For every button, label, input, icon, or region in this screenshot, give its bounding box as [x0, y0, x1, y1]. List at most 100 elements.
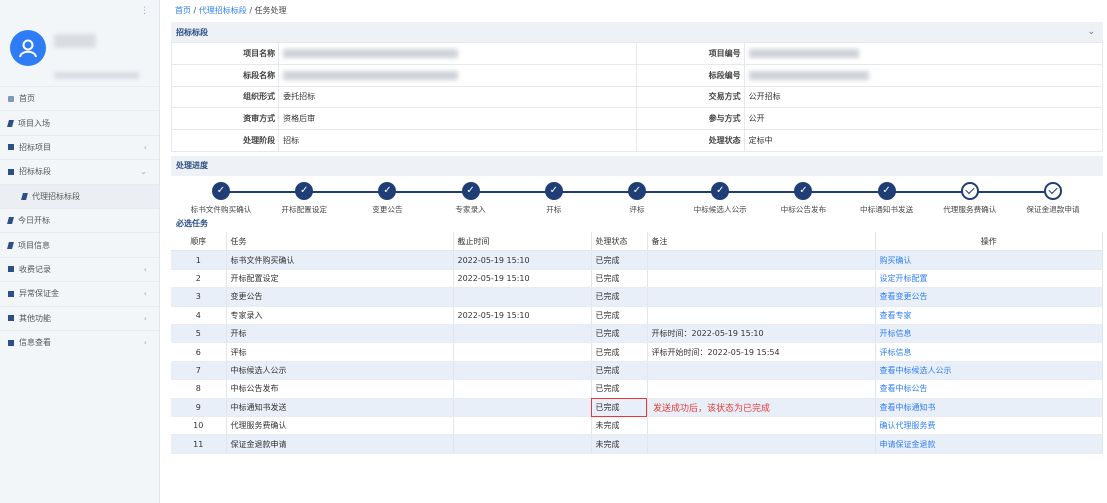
progress-step: ✓ 专家录入: [431, 181, 511, 215]
task-op-cell: 设定开标配置: [875, 269, 1103, 289]
task-seq: 1: [171, 250, 227, 270]
sidebar-item[interactable]: 首页: [0, 86, 159, 110]
check-circle-icon: ✓: [461, 181, 480, 200]
sidebar-item-label: 招标标段: [19, 167, 51, 177]
sidebar-item-label: 今日开标: [18, 216, 50, 226]
table-row: 1 标书文件购买确认 2022-05-19 15:10 已完成 购买确认: [171, 250, 1103, 270]
table-row: 3 变更公告 已完成 查看变更公告: [171, 287, 1103, 307]
info-label: 标段编号: [636, 63, 745, 87]
task-status: 已完成: [591, 324, 648, 344]
task-deadline: [453, 324, 592, 344]
task-name: 中标通知书发送: [226, 398, 454, 418]
task-action-link[interactable]: 申请保证金退款: [880, 440, 936, 449]
redacted-value: [283, 70, 459, 80]
task-deadline: [453, 379, 592, 399]
task-name: 开标: [226, 324, 454, 344]
table-row: 11 保证金退款申请 未完成 申请保证金退款: [171, 434, 1103, 454]
task-action-link[interactable]: 评标信息: [880, 348, 912, 357]
task-deadline: [453, 361, 592, 381]
task-name: 专家录入: [226, 306, 454, 326]
sidebar-item-label: 代理招标标段: [32, 191, 80, 201]
sidebar-item-label: 异常保证金: [19, 289, 59, 299]
progress-step-label: 中标候选人公示: [693, 204, 747, 214]
breadcrumb-parent[interactable]: 代理招标标段: [199, 6, 247, 15]
progress-step: ✓ 标书文件购买确认: [181, 181, 261, 215]
sidebar-nav: 首页 项目入场 招标项目 ‹ 招标标段 ⌄ 代理招标标段 今日开标 项目信息 收费记录 ‹ 异常保证金…: [0, 86, 159, 354]
table-row: 10 代理服务费确认 未完成 确认代理服务费: [171, 416, 1103, 436]
sidebar-item[interactable]: 信息查看 ‹: [0, 329, 159, 354]
info-label: 处理状态: [636, 129, 745, 152]
section-progress: 处理进度: [171, 155, 1103, 176]
sidebar-collapse-toggle[interactable]: ⋮: [0, 0, 159, 22]
square-icon: [8, 144, 14, 151]
task-seq: 11: [171, 434, 227, 454]
task-seq: 8: [171, 379, 227, 399]
sidebar-item[interactable]: 项目入场: [0, 110, 159, 134]
task-action-link[interactable]: 查看中标候选人公示: [880, 366, 952, 375]
bookmark-icon: [7, 241, 14, 249]
task-status: 已完成: [591, 269, 648, 289]
task-name: 标书文件购买确认: [226, 250, 454, 270]
task-op-cell: 确认代理服务费: [875, 416, 1103, 436]
task-deadline: [453, 287, 592, 307]
progress-step: ✓ 变更公告: [347, 181, 427, 215]
check-circle-icon: ✓: [794, 181, 813, 200]
col-op: 操作: [875, 231, 1103, 252]
task-action-link[interactable]: 查看变更公告: [880, 292, 928, 301]
table-row: 9 中标通知书发送 已完成 查看中标通知书: [171, 398, 1103, 418]
task-action-link[interactable]: 查看专家: [880, 311, 912, 320]
task-seq: 9: [171, 398, 227, 418]
info-label: 处理阶段: [170, 129, 280, 152]
sidebar-item-label: 其他功能: [19, 313, 51, 323]
table-row: 5 开标 已完成 开标时间：2022-05-19 15:10 开标信息: [171, 324, 1103, 344]
redacted-value: [283, 48, 459, 58]
section-bid-info[interactable]: 招标标段 ⌄: [171, 22, 1103, 42]
sidebar-item[interactable]: 项目信息: [0, 232, 159, 256]
sidebar-item[interactable]: 招标标段 ⌄: [0, 159, 159, 183]
task-action-link[interactable]: 开标信息: [880, 329, 912, 338]
task-action-link[interactable]: 查看中标公告: [880, 384, 928, 393]
table-row: 7 中标候选人公示 已完成 查看中标候选人公示: [171, 361, 1103, 381]
bookmark-icon: [7, 119, 14, 127]
task-action-link[interactable]: 购买确认: [880, 256, 912, 265]
sidebar-item[interactable]: 异常保证金 ‹: [0, 281, 159, 305]
section-title: 必选任务: [176, 219, 208, 229]
task-op-cell: 开标信息: [875, 324, 1103, 344]
task-action-link[interactable]: 确认代理服务费: [880, 421, 936, 430]
home-icon: [8, 95, 14, 102]
task-status: 已完成: [591, 287, 648, 307]
table-row: 6 评标 已完成 评标开始时间：2022-05-19 15:54 评标信息: [171, 342, 1103, 362]
bid-info-table: 项目名称 项目编号 标段名称 标段编号 组织形式 委托招标 交易方式 公开招标 资审方式 资格后审…: [170, 42, 1104, 152]
chevron-down-icon[interactable]: ⌄: [1087, 27, 1095, 37]
sidebar-item[interactable]: 收费记录 ‹: [0, 256, 159, 281]
sidebar-item[interactable]: 代理招标标段: [0, 183, 159, 208]
info-label: 标段名称: [170, 63, 280, 87]
user-icon: [19, 39, 37, 58]
section-title: 处理进度: [176, 161, 208, 171]
sidebar-item[interactable]: 招标项目 ‹: [0, 134, 159, 159]
progress-step-label: 开标配置设定: [281, 204, 327, 214]
task-note: [647, 287, 876, 307]
task-seq: 6: [171, 342, 227, 362]
progress-step: ✓ 中标公告发布: [763, 181, 843, 215]
task-op-cell: 购买确认: [875, 250, 1103, 270]
task-action-link[interactable]: 查看中标通知书: [880, 403, 936, 412]
task-deadline: [453, 398, 592, 418]
annotation-note: 发送成功后，该状态为已完成: [653, 404, 771, 415]
task-seq: 2: [171, 269, 227, 289]
check-circle-icon: ✓: [378, 181, 397, 200]
square-icon: [8, 290, 14, 297]
sidebar-item[interactable]: 今日开标: [0, 207, 159, 232]
sidebar-item[interactable]: 其他功能 ‹: [0, 305, 159, 330]
redacted-value: [748, 48, 859, 58]
avatar[interactable]: [10, 30, 46, 66]
task-seq: 7: [171, 361, 227, 381]
task-action-link[interactable]: 设定开标配置: [880, 274, 928, 283]
user-panel: [0, 22, 159, 86]
task-op-cell: 查看变更公告: [875, 287, 1103, 307]
breadcrumb-home[interactable]: 首页: [175, 6, 191, 15]
info-value: [278, 42, 638, 65]
chevron-left-icon: ‹: [143, 289, 147, 299]
task-seq: 3: [171, 287, 227, 307]
task-name: 变更公告: [226, 287, 454, 307]
